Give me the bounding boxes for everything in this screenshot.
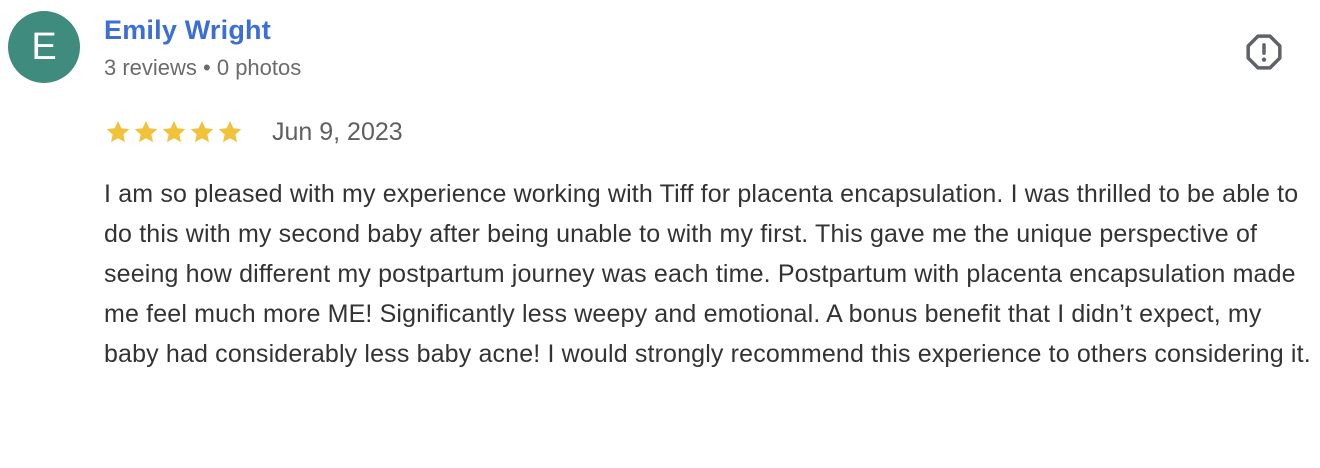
- reviewer-meta: 3 reviews • 0 photos: [104, 55, 302, 80]
- reviewer-name-link[interactable]: Emily Wright: [104, 15, 271, 46]
- star-icon: [162, 121, 186, 143]
- star-rating: [104, 118, 244, 146]
- avatar[interactable]: E: [8, 11, 80, 83]
- star-icon: [106, 121, 130, 143]
- review-date: Jun 9, 2023: [272, 117, 403, 146]
- report-button[interactable]: [1242, 32, 1286, 72]
- rating-row: Jun 9, 2023: [104, 116, 403, 148]
- star-icon: [190, 121, 214, 143]
- report-icon: [1246, 34, 1282, 70]
- star-icon: [134, 121, 158, 143]
- review-text: I am so pleased with my experience worki…: [104, 180, 1311, 368]
- star-icon: [218, 121, 242, 143]
